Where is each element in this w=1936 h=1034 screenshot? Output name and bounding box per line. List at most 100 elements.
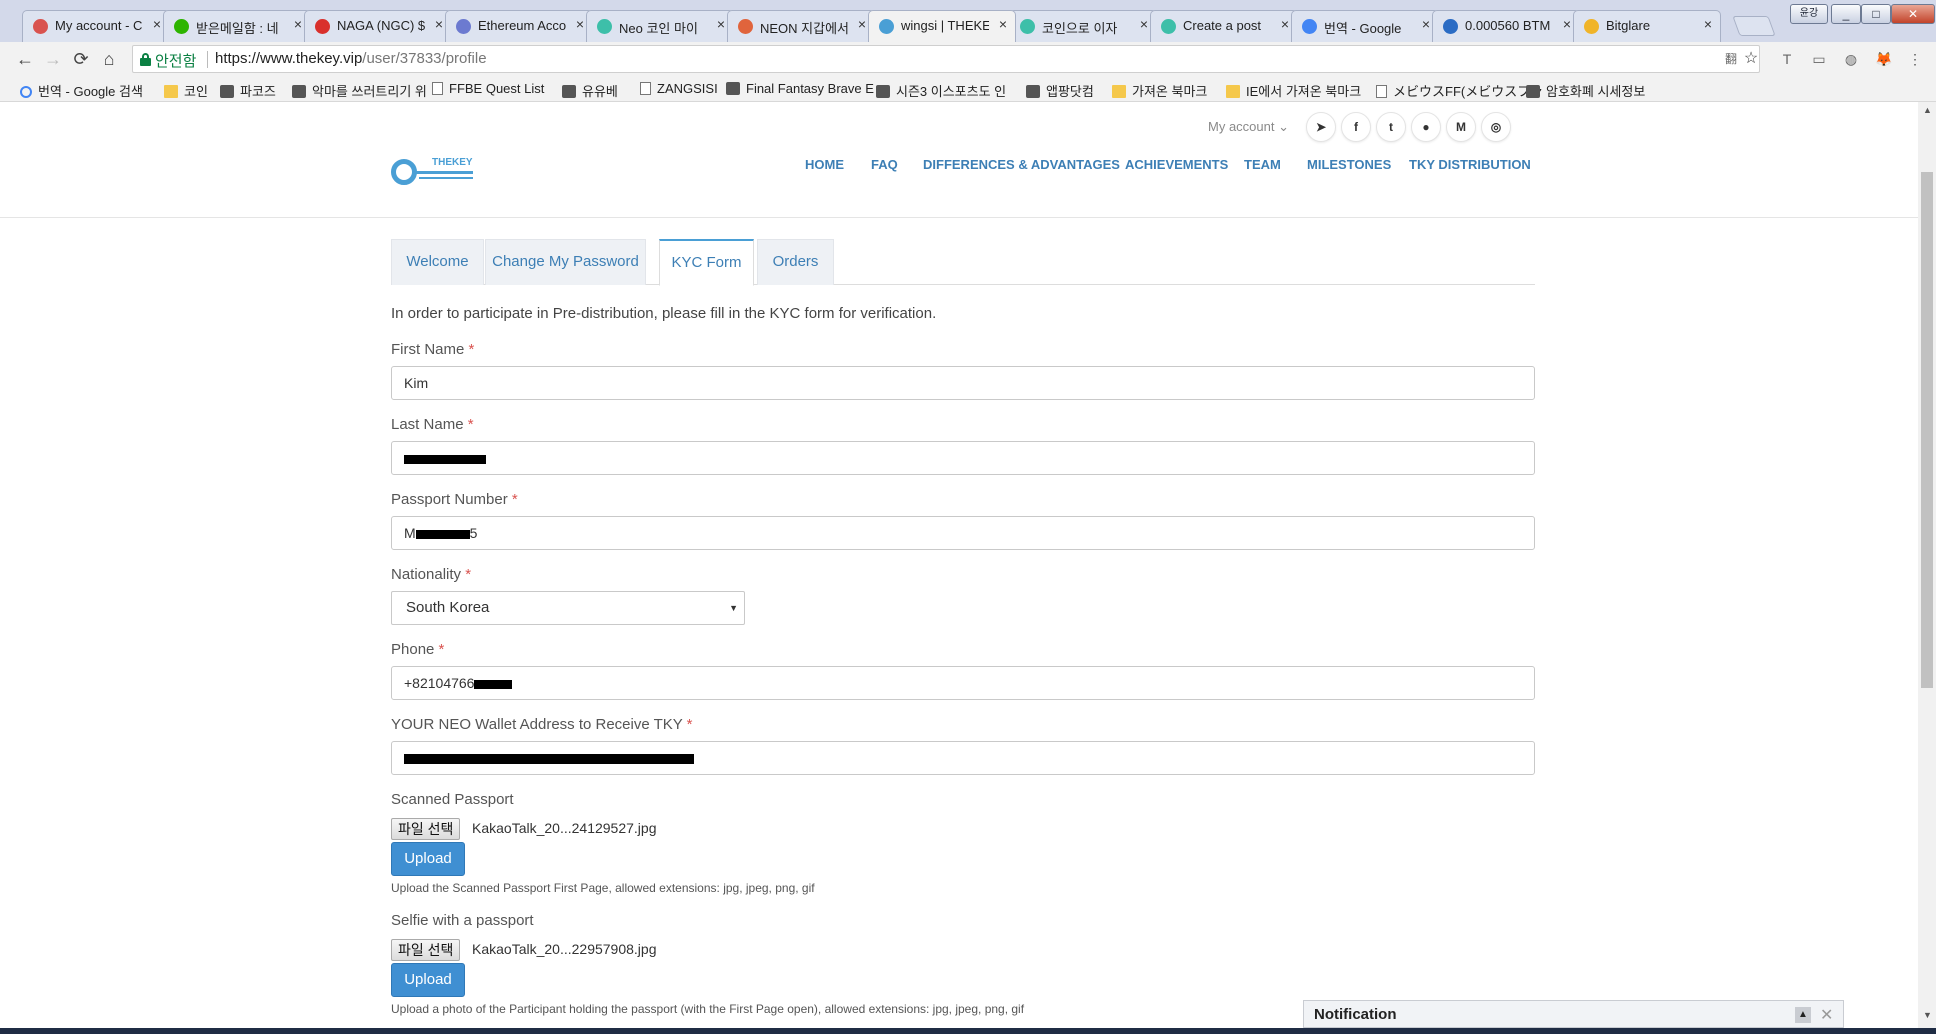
- address-divider: [207, 51, 208, 68]
- tab-change-my-password[interactable]: Change My Password: [485, 239, 646, 285]
- menu-icon[interactable]: ⋮: [1907, 51, 1923, 67]
- reddit-icon[interactable]: ●: [1411, 112, 1441, 142]
- new-tab-button[interactable]: [1732, 16, 1776, 36]
- nav-link[interactable]: MILESTONES: [1307, 157, 1391, 172]
- tab-close-icon[interactable]: ×: [294, 16, 302, 32]
- tab-close-icon[interactable]: ×: [999, 16, 1007, 32]
- window-close-button[interactable]: ✕: [1891, 4, 1935, 24]
- nav-link[interactable]: FAQ: [871, 157, 898, 172]
- bookmark-label: Final Fantasy Brave E: [746, 81, 874, 96]
- browser-tab[interactable]: Bitglare ×: [1573, 10, 1721, 42]
- first-name-input[interactable]: Kim: [391, 366, 1535, 400]
- reload-icon[interactable]: ⟳: [70, 48, 92, 70]
- nav-link[interactable]: ACHIEVEMENTS: [1125, 157, 1228, 172]
- phone-input[interactable]: +82104766: [391, 666, 1535, 700]
- tab-kyc-form[interactable]: KYC Form: [659, 239, 754, 286]
- bookmarks-bar: 번역 - Google 검색 코인 파코즈 악마를 쓰러트리기 위 FFBE Quest…: [0, 76, 1936, 102]
- bookmark-item[interactable]: 번역 - Google 검색: [20, 81, 143, 100]
- tab-close-icon[interactable]: ×: [435, 16, 443, 32]
- tab-orders[interactable]: Orders: [757, 239, 834, 285]
- upload-selfie-button[interactable]: Upload: [391, 963, 465, 997]
- last-name-input[interactable]: [391, 441, 1535, 475]
- back-icon[interactable]: ←: [14, 48, 36, 70]
- bookmark-item[interactable]: ZANGSISI: [640, 81, 718, 96]
- folder-icon: [1112, 85, 1126, 98]
- scroll-up-icon[interactable]: ▲: [1923, 105, 1932, 115]
- choose-file-button[interactable]: 파일 선택: [391, 939, 461, 961]
- tab-close-icon[interactable]: ×: [717, 16, 725, 32]
- thekey-logo[interactable]: THEKEY: [391, 155, 481, 187]
- browser-tab[interactable]: Ethereum Acco ×: [445, 10, 593, 42]
- nav-link[interactable]: HOME: [805, 157, 844, 172]
- browser-tab[interactable]: NEON 지갑에서 ×: [727, 10, 875, 42]
- facebook-icon[interactable]: f: [1341, 112, 1371, 142]
- browser-tab[interactable]: 0.000560 BTM ×: [1432, 10, 1580, 42]
- browser-tab[interactable]: NAGA (NGC) $ ×: [304, 10, 452, 42]
- scroll-thumb[interactable]: [1921, 172, 1933, 688]
- bookmark-item[interactable]: 앱팡닷컴: [1026, 81, 1094, 100]
- bookmark-item[interactable]: 유유베: [562, 81, 618, 100]
- bookmark-item[interactable]: メビウスFF(メビウスファ: [1376, 81, 1543, 100]
- nav-link[interactable]: TEAM: [1244, 157, 1281, 172]
- forward-icon[interactable]: →: [42, 48, 64, 70]
- bookmark-item[interactable]: 파코즈: [220, 81, 276, 100]
- notification-panel[interactable]: Notification ▲ ✕: [1303, 1000, 1844, 1028]
- bookmark-item[interactable]: IE에서 가져온 북마크: [1226, 81, 1361, 100]
- extension-t-icon[interactable]: T: [1779, 51, 1795, 67]
- close-icon[interactable]: ✕: [1820, 1005, 1833, 1025]
- tab-close-icon[interactable]: ×: [1281, 16, 1289, 32]
- bookmark-item[interactable]: Final Fantasy Brave E: [726, 81, 874, 96]
- extension-globe-icon[interactable]: ◍: [1843, 51, 1859, 67]
- minimize-button[interactable]: _: [1831, 4, 1861, 24]
- metamask-icon[interactable]: 🦊: [1875, 51, 1892, 67]
- twitter-icon[interactable]: t: [1376, 112, 1406, 142]
- restore-button[interactable]: □: [1861, 4, 1891, 24]
- bookmark-item[interactable]: 암호화폐 시세정보: [1526, 81, 1645, 100]
- browser-tab[interactable]: 코인으로 이자 ×: [1009, 10, 1157, 42]
- bookmark-item[interactable]: 시즌3 이스포츠도 인: [876, 81, 1006, 100]
- nav-link[interactable]: DIFFERENCES & ADVANTAGES: [923, 157, 1120, 172]
- browser-tab[interactable]: Create a post ×: [1150, 10, 1298, 42]
- wallet-input[interactable]: [391, 741, 1535, 775]
- tab-close-icon[interactable]: ×: [1422, 16, 1430, 32]
- star-icon[interactable]: ☆: [1743, 51, 1759, 67]
- bookmark-item[interactable]: FFBE Quest List: [432, 81, 544, 96]
- github-icon[interactable]: ◎: [1481, 112, 1511, 142]
- bookmark-item[interactable]: 코인: [164, 81, 208, 100]
- extension-box-icon[interactable]: ▭: [1811, 51, 1827, 67]
- tab-close-icon[interactable]: ×: [153, 16, 161, 32]
- my-account-link[interactable]: My account ⌄: [1208, 119, 1289, 135]
- favicon-icon: [1302, 19, 1317, 34]
- telegram-icon[interactable]: ➤: [1306, 112, 1336, 142]
- passport-number-input[interactable]: M5: [391, 516, 1535, 550]
- browser-tab[interactable]: 번역 - Google ×: [1291, 10, 1439, 42]
- nav-link[interactable]: TKY DISTRIBUTION: [1409, 157, 1531, 172]
- bookmark-item[interactable]: 가져온 북마크: [1112, 81, 1207, 100]
- tab-close-icon[interactable]: ×: [576, 16, 584, 32]
- google-icon: [20, 86, 32, 98]
- browser-tab[interactable]: Neo 코인 마이 ×: [586, 10, 734, 42]
- browser-tab[interactable]: 받은메일함 : 네 ×: [163, 10, 311, 42]
- nationality-select[interactable]: South Korea ▼: [391, 591, 745, 625]
- home-icon[interactable]: ⌂: [98, 48, 120, 70]
- chevron-down-icon: ▼: [729, 603, 738, 613]
- expand-icon[interactable]: ▲: [1795, 1007, 1811, 1023]
- browser-tab[interactable]: My account - C ×: [22, 10, 170, 42]
- site-icon: [562, 85, 576, 98]
- profile-button[interactable]: 윤강: [1790, 4, 1828, 24]
- tab-welcome[interactable]: Welcome: [391, 239, 484, 285]
- choose-file-button[interactable]: 파일 선택: [391, 818, 461, 840]
- medium-icon[interactable]: M: [1446, 112, 1476, 142]
- address-bar[interactable]: 안전함 https://www.thekey.vip/user/37833/pr…: [132, 45, 1760, 73]
- page-scrollbar[interactable]: ▲ ▼: [1918, 102, 1936, 1028]
- scroll-down-icon[interactable]: ▼: [1923, 1010, 1932, 1020]
- tab-close-icon[interactable]: ×: [1704, 16, 1712, 32]
- tab-close-icon[interactable]: ×: [1140, 16, 1148, 32]
- browser-tab[interactable]: wingsi | THEKE ×: [868, 10, 1016, 42]
- tab-close-icon[interactable]: ×: [1563, 16, 1571, 32]
- passport-filename: KakaoTalk_20...24129527.jpg: [472, 820, 657, 836]
- bookmark-item[interactable]: 악마를 쓰러트리기 위: [292, 81, 427, 100]
- tab-close-icon[interactable]: ×: [858, 16, 866, 32]
- upload-passport-button[interactable]: Upload: [391, 842, 465, 876]
- translate-icon[interactable]: 翻: [1723, 51, 1739, 67]
